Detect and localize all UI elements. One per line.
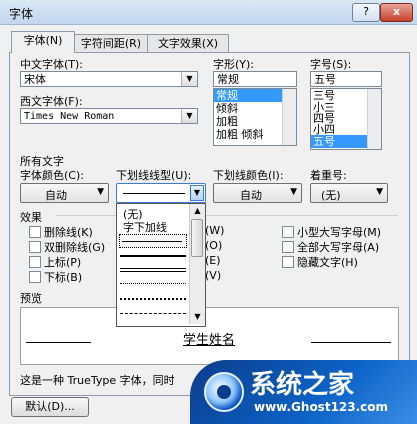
font-color-value: 自动: [45, 189, 67, 202]
underline-option-dotted[interactable]: [120, 283, 186, 284]
preview-box: 学生姓名: [20, 307, 399, 365]
underline-style-dropdown[interactable]: (无) 字下加线 ▲ ▼: [116, 203, 206, 327]
chevron-down-icon[interactable]: ▼: [181, 109, 197, 123]
checkbox-box[interactable]: [29, 226, 41, 238]
font-description: 这是一种 TrueType 字体，同时: [20, 374, 175, 387]
watermark-url: www.Ghost123.com: [254, 400, 389, 414]
cn-font-label: 中文字体(T):: [20, 58, 84, 71]
font-style-input[interactable]: 常规: [213, 71, 297, 87]
font-size-list[interactable]: 三号 小三 四号 小四 五号: [310, 88, 382, 150]
cn-font-value: 宋体: [24, 73, 46, 86]
font-size-label: 字号(S):: [310, 58, 352, 71]
font-style-label: 字形(Y):: [213, 58, 255, 71]
emphasis-select[interactable]: (无) ▼: [310, 183, 388, 203]
checkbox-label: 下标(B): [44, 271, 83, 284]
checkbox-box[interactable]: [282, 241, 294, 253]
logo-core: [217, 385, 231, 399]
emphasis-value: (无): [321, 189, 341, 202]
west-font-value: Times New Roman: [24, 111, 115, 122]
effect-mid-fragment: (O): [205, 239, 223, 252]
checkbox-label: 删除线(K): [44, 226, 93, 239]
watermark-logo: 系统之家 www.Ghost123.com: [190, 360, 417, 424]
underline-color-label: 下划线颜色(I):: [213, 169, 284, 182]
chevron-up-icon[interactable]: ▲: [190, 204, 205, 218]
underline-option-dashed[interactable]: [120, 313, 186, 314]
underline-style-select[interactable]: ▼: [116, 183, 206, 203]
preview-rule-right: [311, 342, 391, 343]
west-font-select[interactable]: Times New Roman ▼: [20, 108, 198, 124]
preview-label: 预览: [20, 292, 42, 305]
scrollbar[interactable]: [282, 89, 296, 145]
title-bar: 字体 ? x: [0, 0, 417, 25]
underline-color-select[interactable]: 自动 ▼: [213, 183, 302, 203]
checkbox-box[interactable]: [29, 271, 41, 283]
chevron-down-icon: ▼: [97, 187, 104, 197]
checkbox-box[interactable]: [282, 226, 294, 238]
font-size-input[interactable]: 五号: [310, 71, 382, 87]
effects-label: 效果: [20, 211, 42, 224]
font-style-list[interactable]: 常规 倾斜 加粗 加粗 倾斜: [213, 88, 297, 146]
emphasis-label: 着重号:: [310, 169, 347, 182]
scrollbar[interactable]: [367, 89, 381, 149]
window-title: 字体: [9, 7, 34, 21]
chevron-down-icon[interactable]: ▼: [190, 310, 205, 324]
help-button[interactable]: ?: [352, 3, 380, 22]
dropdown-scrollbar[interactable]: ▲ ▼: [189, 204, 205, 324]
tab-font[interactable]: 字体(N): [11, 31, 75, 53]
checkbox-box[interactable]: [282, 256, 294, 268]
chevron-down-icon[interactable]: ▼: [181, 72, 197, 86]
checkbox-label: 双删除线(G): [44, 241, 106, 254]
underline-preview-line: [123, 193, 185, 194]
effect-mid-fragment: (W): [205, 224, 225, 237]
font-color-select[interactable]: 自动 ▼: [20, 183, 109, 203]
underline-option-thick[interactable]: [120, 255, 186, 257]
logo-emblem-icon: [204, 372, 244, 412]
effects-divider: [56, 215, 398, 216]
underline-option-single[interactable]: [119, 234, 187, 248]
cn-font-select[interactable]: 宋体 ▼: [20, 71, 198, 87]
checkbox-label: 全部大写字母(A): [297, 241, 380, 254]
close-icon: x: [392, 5, 401, 18]
effect-mid-fragment: (V): [205, 269, 222, 282]
chevron-down-icon: ▼: [376, 187, 383, 197]
default-button[interactable]: 默认(D)...: [11, 397, 89, 417]
checkbox-label: 隐藏文字(H): [297, 256, 358, 269]
tab-text-effects[interactable]: 文字效果(X): [147, 34, 229, 52]
chevron-down-icon: ▼: [290, 187, 297, 197]
checkbox-label: 上标(P): [44, 256, 82, 269]
font-size-value: 五号: [314, 73, 336, 86]
underline-option-thick-dotted[interactable]: [120, 298, 186, 300]
preview-rule-left: [26, 342, 91, 343]
close-button[interactable]: x: [380, 3, 413, 22]
checkbox-box[interactable]: [29, 241, 41, 253]
west-font-label: 西文字体(F):: [20, 95, 83, 108]
font-style-value: 常规: [217, 73, 239, 86]
watermark-brand: 系统之家: [250, 370, 355, 400]
tab-char-spacing[interactable]: 字符间距(R): [73, 34, 149, 52]
font-color-label: 字体颜色(C):: [20, 169, 84, 182]
underline-style-label: 下划线线型(U):: [116, 169, 192, 182]
checkbox-box[interactable]: [29, 256, 41, 268]
underline-color-value: 自动: [240, 189, 262, 202]
line-sample: [122, 241, 182, 242]
scroll-thumb[interactable]: [191, 219, 203, 257]
chevron-down-icon[interactable]: ▼: [190, 185, 204, 201]
preview-sample: 学生姓名: [183, 333, 236, 348]
effect-mid-fragment: (E): [205, 254, 221, 267]
underline-option-double[interactable]: [120, 268, 186, 272]
underline-option-words[interactable]: 字下加线: [123, 219, 167, 235]
checkbox-label: 小型大写字母(M): [297, 226, 382, 239]
